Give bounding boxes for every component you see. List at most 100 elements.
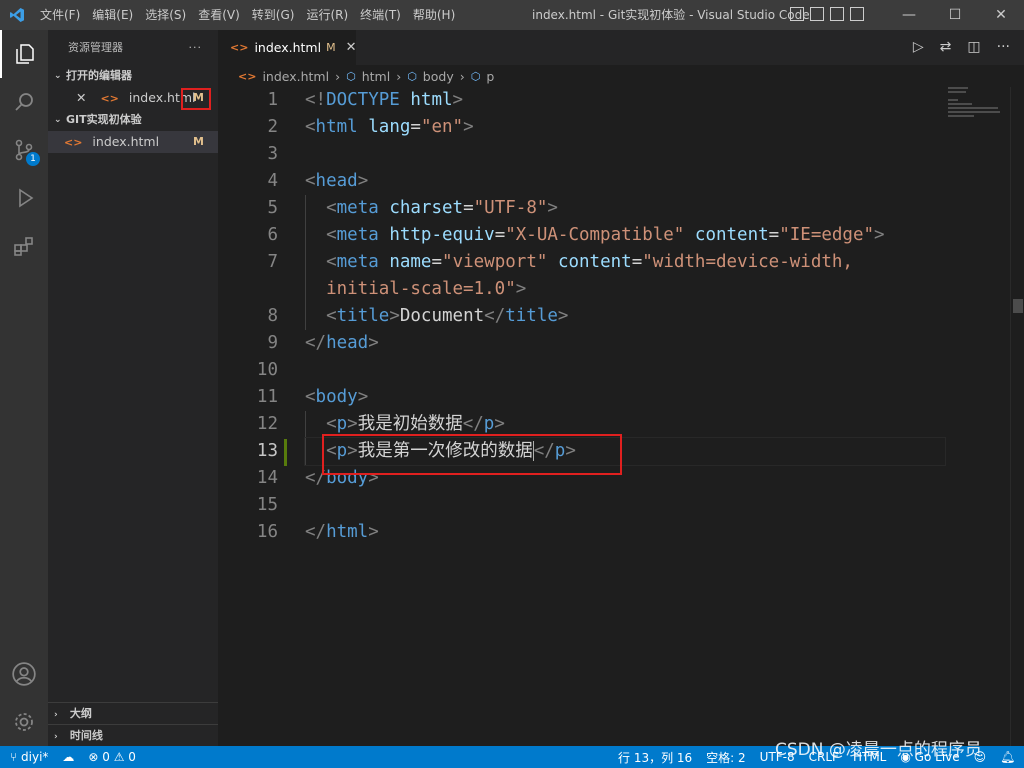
cursor-position[interactable]: 行 13，列 16 — [618, 749, 692, 766]
chevron-right-icon: › — [54, 710, 58, 720]
html-file-icon: <> — [230, 41, 249, 54]
menu-view[interactable]: 查看(V) — [192, 0, 246, 30]
explorer-header: 资源管理器 ··· — [48, 30, 218, 65]
chevron-down-icon: ⌄ — [54, 71, 62, 81]
close-button[interactable]: ✕ — [978, 0, 1024, 30]
explorer-sidebar: 资源管理器 ··· ⌄ 打开的编辑器 ✕ <> index.html M ⌄ G… — [48, 30, 218, 746]
extensions-icon[interactable] — [0, 222, 48, 270]
breadcrumb-html[interactable]: html — [362, 69, 390, 84]
timeline-title: 时间线 — [69, 729, 103, 742]
outline-section[interactable]: › 大纲 — [48, 702, 218, 724]
account-icon[interactable] — [0, 650, 48, 698]
tab-index-html[interactable]: <> index.html M ✕ — [218, 30, 357, 65]
workspace-file-item[interactable]: <> index.html M — [48, 131, 218, 153]
code-editor[interactable]: <!DOCTYPE html> <html lang="en"> <head> … — [304, 87, 946, 546]
window-title: index.html - Git实现初体验 - Visual Studio Co… — [532, 8, 810, 22]
minimap[interactable] — [948, 87, 1008, 127]
more-actions-icon[interactable]: ··· — [189, 30, 203, 65]
open-editor-item[interactable]: ✕ <> index.html M — [48, 87, 218, 110]
chevron-right-icon: › — [54, 732, 58, 742]
menu-selection[interactable]: 选择(S) — [139, 0, 192, 30]
window-controls: — ☐ ✕ — [886, 0, 1024, 30]
outline-title: 大纲 — [69, 707, 92, 720]
vertical-scrollbar[interactable] — [1010, 87, 1024, 746]
breadcrumb-body[interactable]: body — [423, 69, 454, 84]
menu-terminal[interactable]: 终端(T) — [354, 0, 407, 30]
code-line: </html> — [305, 522, 379, 542]
toggle-secondary-sidebar-icon[interactable] — [830, 7, 844, 21]
menu-edit[interactable]: 编辑(E) — [86, 0, 139, 30]
menu-go[interactable]: 转到(G) — [246, 0, 301, 30]
open-editors-section[interactable]: ⌄ 打开的编辑器 — [48, 65, 218, 87]
chevron-right-icon: › — [396, 68, 402, 84]
close-editor-icon[interactable]: ✕ — [76, 90, 86, 105]
html-file-icon: <> — [64, 136, 83, 149]
modified-flag: M — [193, 135, 204, 148]
more-actions-icon[interactable]: ··· — [997, 39, 1010, 55]
code-line: <body> — [305, 387, 369, 407]
editor-actions: ▷ ⇄ ◫ ··· — [913, 39, 1010, 55]
breadcrumb: <> index.html › ⬡ html › ⬡ body › ⬡ p — [218, 65, 1024, 87]
problems-indicator[interactable]: ⊗ 0 ⚠ 0 — [88, 750, 136, 764]
line-number: 7 — [267, 252, 278, 272]
scrollbar-thumb[interactable] — [1013, 299, 1023, 313]
maximize-button[interactable]: ☐ — [932, 0, 978, 30]
title-bar: 文件(F) 编辑(E) 选择(S) 查看(V) 转到(G) 运行(R) 终端(T… — [0, 0, 1024, 30]
settings-gear-icon[interactable] — [0, 698, 48, 746]
chevron-right-icon: › — [459, 68, 465, 84]
code-line: <meta http-equiv="X-UA-Compatible" conte… — [326, 225, 885, 245]
code-line: <html lang="en"> — [305, 117, 474, 137]
modified-line-indicator — [284, 439, 287, 466]
html-file-icon: <> — [100, 92, 119, 105]
line-number: 1 — [267, 90, 278, 110]
line-number: 9 — [267, 333, 278, 353]
line-number: 8 — [267, 306, 278, 326]
open-changes-icon[interactable]: ⇄ — [940, 39, 952, 55]
breadcrumb-p[interactable]: p — [486, 69, 494, 84]
split-editor-icon[interactable]: ◫ — [967, 39, 980, 55]
workspace-section[interactable]: ⌄ GIT实现初体验 — [48, 109, 218, 131]
line-number: 6 — [267, 225, 278, 245]
line-number-gutter: 1 2 3 4 5 6 7 8 9 10 11 12 13 14 15 16 — [218, 87, 298, 546]
element-symbol-icon: ⬡ — [407, 69, 417, 83]
menu-help[interactable]: 帮助(H) — [407, 0, 461, 30]
tab-close-icon[interactable]: ✕ — [346, 40, 357, 55]
customize-layout-icon[interactable] — [850, 7, 864, 21]
layout-controls — [790, 7, 864, 21]
code-line: <!DOCTYPE html> — [305, 90, 464, 110]
sync-icon[interactable]: ☁ — [62, 750, 74, 764]
line-number: 4 — [267, 171, 278, 191]
toggle-panel-icon[interactable] — [810, 7, 824, 21]
indentation[interactable]: 空格: 2 — [706, 749, 746, 766]
minimize-button[interactable]: — — [886, 0, 932, 30]
menu-file[interactable]: 文件(F) — [34, 0, 86, 30]
open-editors-title: 打开的编辑器 — [66, 69, 132, 82]
line-number: 11 — [256, 387, 278, 407]
branch-indicator[interactable]: ⑂ diyi* — [10, 750, 48, 764]
breadcrumb-file[interactable]: index.html — [262, 69, 329, 84]
watermark: CSDN @凌晨一点的程序员 — [775, 740, 982, 760]
run-debug-icon[interactable] — [0, 174, 48, 222]
chevron-down-icon: ⌄ — [54, 115, 62, 125]
chevron-right-icon: › — [335, 68, 341, 84]
line-number: 15 — [256, 495, 278, 515]
element-symbol-icon: ⬡ — [470, 69, 481, 83]
source-control-icon[interactable]: 1 — [0, 126, 48, 174]
code-line: <meta name="viewport" content="width=dev… — [326, 252, 853, 272]
run-icon[interactable]: ▷ — [913, 39, 924, 55]
line-number: 10 — [256, 360, 278, 380]
menu-bar: 文件(F) 编辑(E) 选择(S) 查看(V) 转到(G) 运行(R) 终端(T… — [34, 0, 461, 30]
toggle-sidebar-icon[interactable] — [790, 7, 804, 21]
modified-line-highlight-box — [322, 434, 622, 475]
explorer-icon[interactable] — [0, 30, 48, 78]
menu-run[interactable]: 运行(R) — [300, 0, 354, 30]
search-icon[interactable] — [0, 78, 48, 126]
code-line: <meta charset="UTF-8"> — [326, 198, 558, 218]
element-symbol-icon: ⬡ — [346, 69, 356, 83]
line-number — [218, 276, 298, 303]
notifications-bell-icon[interactable]: 🔔︎ — [1000, 750, 1015, 764]
timeline-section[interactable]: › 时间线 — [48, 724, 218, 746]
